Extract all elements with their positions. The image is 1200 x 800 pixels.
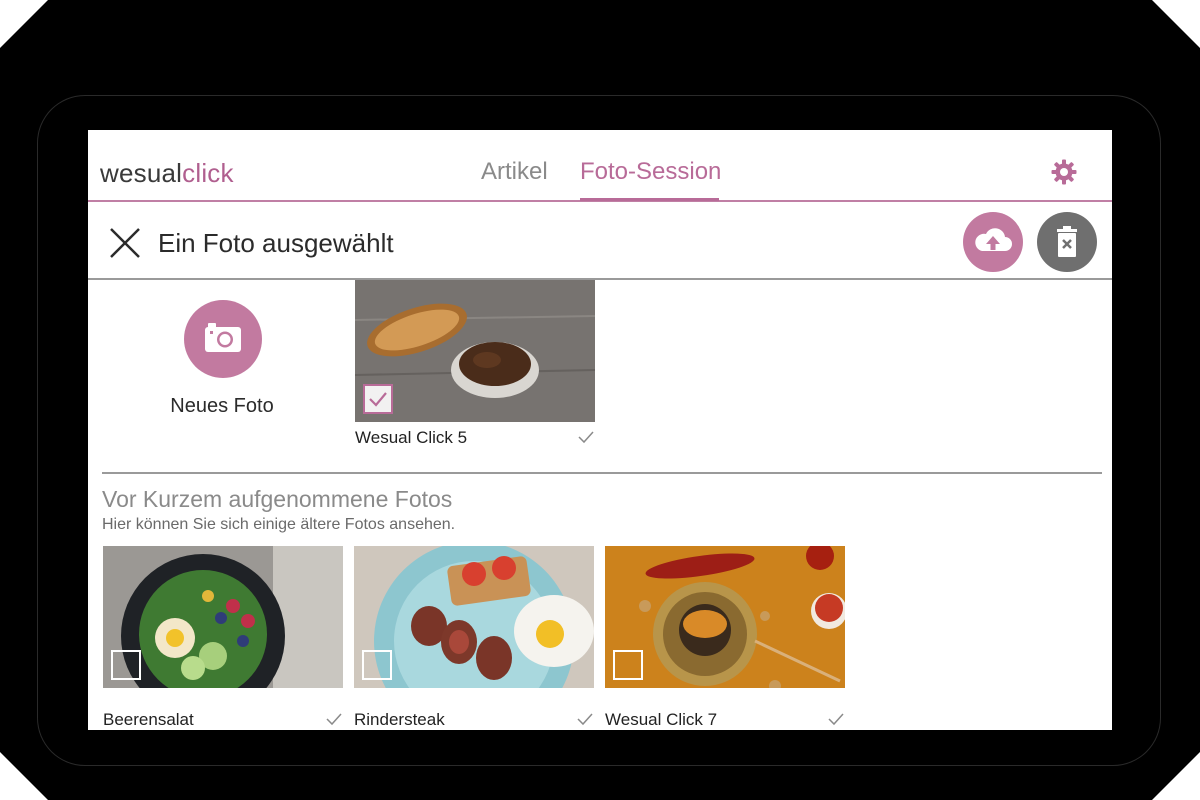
close-icon[interactable] (108, 226, 142, 260)
photo-card[interactable]: Rindersteak (354, 546, 594, 730)
photo-label: Wesual Click 5 (355, 428, 468, 447)
new-photo-label: Neues Foto (170, 395, 274, 417)
photo-card[interactable]: Beerensalat (103, 546, 343, 730)
photo-thumbnail[interactable] (103, 546, 343, 688)
check-icon (369, 392, 387, 407)
photo-card[interactable]: Wesual Click 7 (605, 546, 845, 730)
recent-section-title: Vor Kurzem aufgenommene Fotos (102, 486, 453, 512)
tab-artikel[interactable]: Artikel (481, 158, 548, 186)
photo-label: Wesual Click 7 (605, 710, 718, 729)
logo-text-click: click (182, 158, 234, 188)
synced-check-icon (577, 713, 593, 726)
photo-thumbnail[interactable] (355, 280, 595, 422)
synced-check-icon (326, 713, 342, 726)
gear-icon[interactable] (1050, 158, 1078, 186)
tab-foto-session[interactable]: Foto-Session (580, 158, 721, 186)
photo-select-checkbox[interactable] (111, 650, 141, 680)
photo-select-checkbox[interactable] (613, 650, 643, 680)
camera-icon (205, 323, 241, 352)
photo-thumbnail[interactable] (605, 546, 845, 688)
photo-label: Rindersteak (354, 710, 445, 729)
photo-label: Beerensalat (103, 710, 194, 729)
logo-text-wesual: wesual (100, 158, 183, 188)
active-tab-indicator (580, 198, 719, 201)
photo-thumbnail[interactable] (354, 546, 594, 688)
synced-check-icon (828, 713, 844, 726)
photo-card[interactable]: Wesual Click 5 (355, 280, 595, 450)
app-screen: wesualclick Artikel Foto-Session Ein Fot… (88, 130, 1112, 730)
section-divider (102, 472, 1102, 474)
app-logo: wesualclick (100, 158, 234, 189)
delete-button[interactable] (1037, 212, 1097, 272)
selection-bar: Ein Foto ausgewählt (88, 204, 1112, 280)
trash-icon (1057, 226, 1077, 257)
cloud-upload-icon (975, 228, 1012, 251)
selection-title: Ein Foto ausgewählt (158, 228, 394, 258)
upload-button[interactable] (963, 212, 1023, 272)
recent-section-subtitle: Hier können Sie sich einige ältere Fotos… (102, 516, 456, 533)
new-photo-button[interactable] (184, 300, 262, 378)
synced-check-icon (578, 431, 594, 444)
app-header: wesualclick Artikel Foto-Session (88, 130, 1112, 202)
photo-select-checkbox[interactable] (362, 650, 392, 680)
photo-select-checkbox[interactable] (363, 384, 393, 414)
